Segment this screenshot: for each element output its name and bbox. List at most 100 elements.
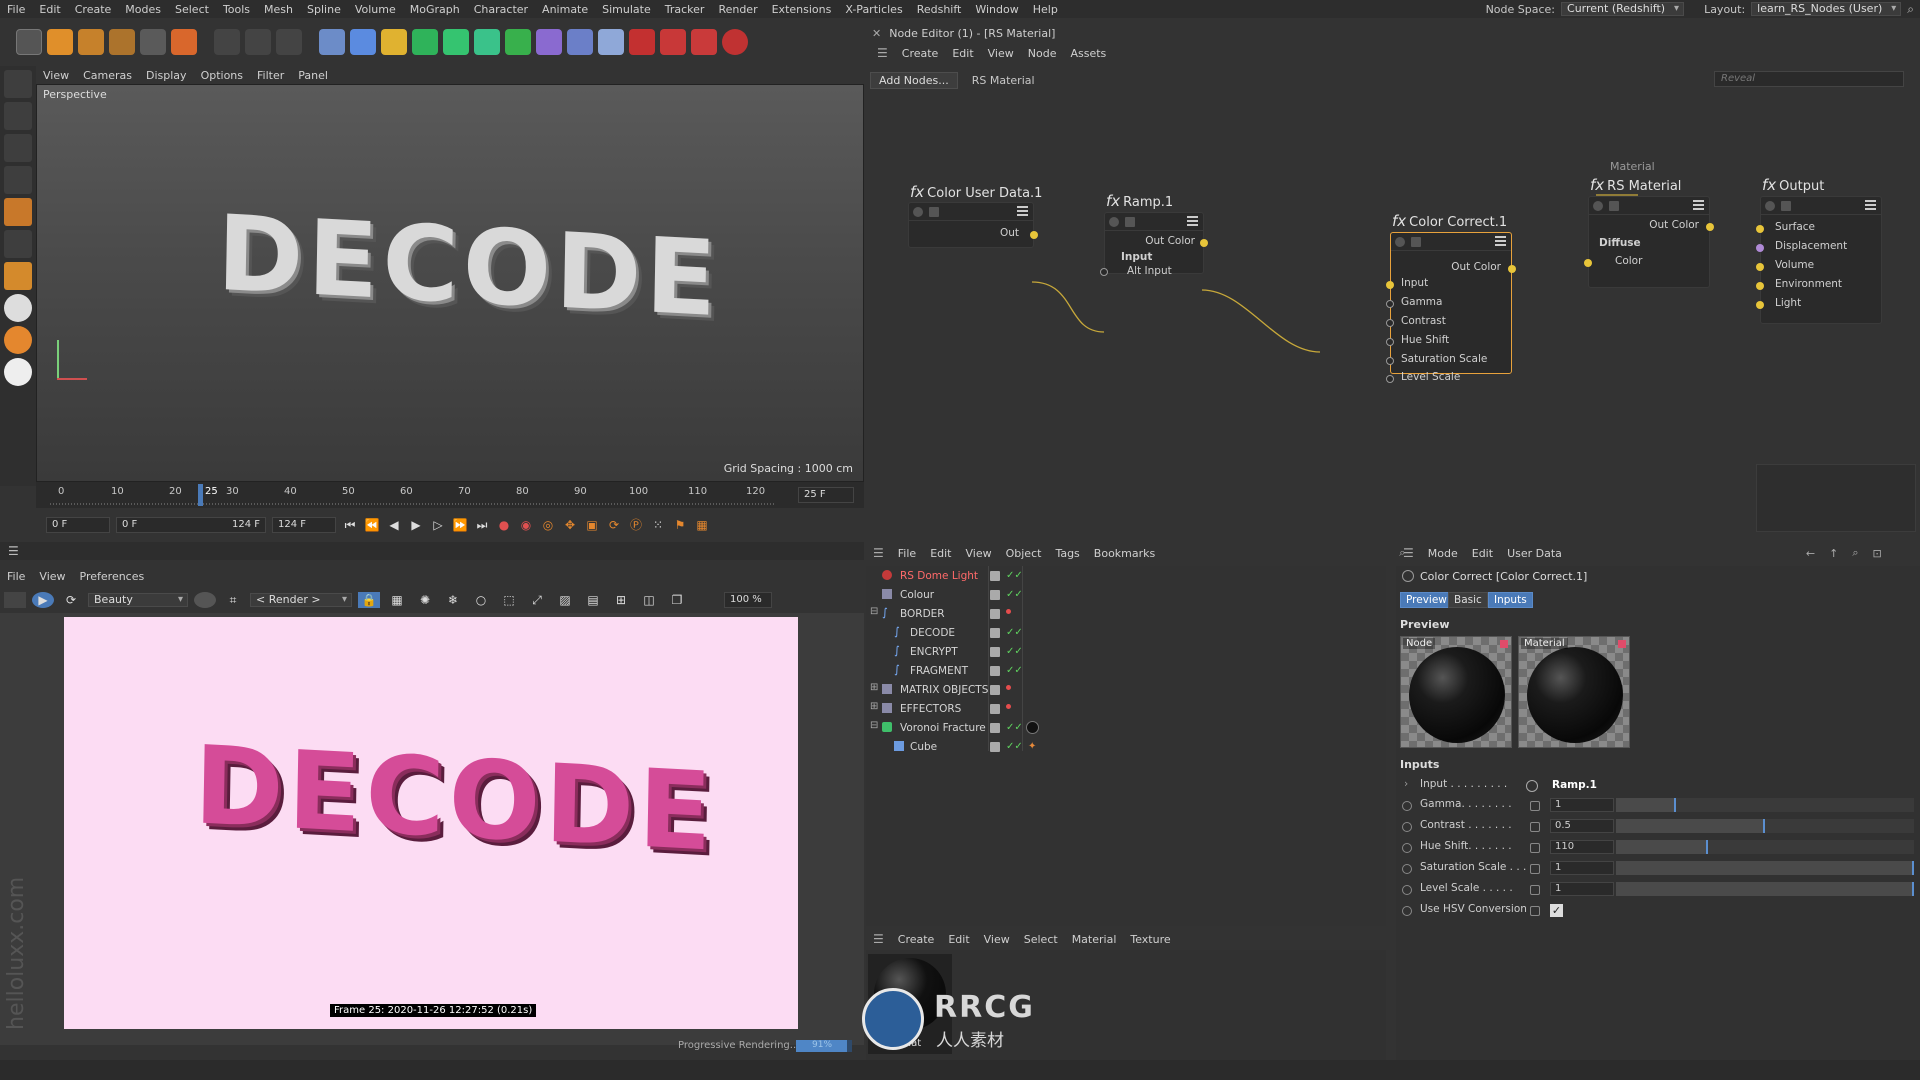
pv-menu-file[interactable]: File [0, 570, 32, 583]
go-to-end-icon[interactable]: ⏭ [474, 517, 490, 533]
pv-hatch-icon[interactable]: ▨ [554, 592, 576, 608]
menu-animate[interactable]: Animate [535, 3, 595, 16]
pv-crop-icon[interactable]: ⌗ [222, 592, 244, 608]
rsm-out-dot[interactable] [1706, 223, 1714, 231]
node-title-rs-material[interactable]: fx RS Material [1590, 176, 1681, 194]
menu-mesh[interactable]: Mesh [257, 3, 300, 16]
points-mode-icon[interactable] [4, 70, 32, 98]
gamma-slider[interactable] [1616, 798, 1914, 812]
end-time-field[interactable]: 124 F [272, 517, 336, 533]
menu-modes[interactable]: Modes [118, 3, 168, 16]
prev-frame-icon[interactable]: ◀ [386, 517, 402, 533]
mm-menu-view[interactable]: View [977, 933, 1017, 946]
cc-saturation-dot[interactable] [1386, 357, 1394, 365]
out-surface-dot[interactable] [1756, 225, 1764, 233]
camera-icon[interactable] [598, 29, 624, 55]
menu-mograph[interactable]: MoGraph [403, 3, 467, 16]
om-menu-bookmarks[interactable]: Bookmarks [1087, 547, 1162, 560]
primitive-icon[interactable] [350, 29, 376, 55]
axis-icon[interactable] [4, 262, 32, 290]
tab-preview[interactable]: Preview [1400, 592, 1453, 608]
node-title-output[interactable]: fx Output [1762, 176, 1824, 194]
pv-lock-icon[interactable]: 🔒 [358, 592, 380, 608]
deformer-icon[interactable] [536, 29, 562, 55]
param-row-contrast[interactable]: Contrast . . . . . . . 0.5 [1396, 819, 1920, 836]
cc-contrast-dot[interactable] [1386, 319, 1394, 327]
port-out-dot[interactable] [1030, 231, 1038, 239]
rs-object-icon[interactable] [691, 29, 717, 55]
expand-icon[interactable]: ⊟ [870, 606, 878, 617]
ramp-out-dot[interactable] [1200, 239, 1208, 247]
cc-level-dot[interactable] [1386, 375, 1394, 383]
am-menu-edit[interactable]: Edit [1465, 547, 1500, 560]
menu-redshift[interactable]: Redshift [910, 3, 969, 16]
polygons-mode-icon[interactable] [4, 134, 32, 162]
position-key-icon[interactable]: ✥ [562, 517, 578, 533]
node-color-user-data[interactable]: Out [908, 202, 1038, 248]
chevron-right-icon[interactable]: › [1404, 778, 1408, 790]
pv-channel-dropdown[interactable]: Beauty [88, 593, 188, 607]
menu-create[interactable]: Create [68, 3, 119, 16]
om-menu-object[interactable]: Object [999, 547, 1049, 560]
menu-edit[interactable]: Edit [32, 3, 67, 16]
next-frame-icon[interactable]: ▷ [430, 517, 446, 533]
object-mode-icon[interactable] [4, 166, 32, 194]
layout-dropdown[interactable]: learn_RS_Nodes (User) [1751, 2, 1902, 16]
pv-sun-icon[interactable]: ✺ [414, 592, 436, 608]
object-row-effectors[interactable]: ⊞ EFFECTORS [866, 699, 1386, 718]
rs-camera-icon[interactable] [660, 29, 686, 55]
current-frame-field[interactable]: 25 F [798, 487, 854, 503]
object-row-rs-dome-light[interactable]: RS Dome Light ✓✓ [866, 566, 1386, 585]
input-value[interactable]: Ramp.1 [1552, 779, 1597, 791]
snap-icon[interactable] [4, 294, 32, 322]
menu-simulate[interactable]: Simulate [595, 3, 658, 16]
menu-tracker[interactable]: Tracker [658, 3, 712, 16]
viewport-menu-options[interactable]: Options [194, 69, 250, 82]
mograph-icon[interactable] [505, 29, 531, 55]
menu-help[interactable]: Help [1026, 3, 1065, 16]
pv-menu-preferences[interactable]: Preferences [73, 570, 152, 583]
node-title-color-correct[interactable]: fx Color Correct.1 [1392, 212, 1507, 230]
param-row-saturation-scale[interactable]: Saturation Scale . . . 1 [1396, 861, 1920, 878]
pv-menu-view[interactable]: View [32, 570, 72, 583]
level-scale-slider[interactable] [1616, 882, 1914, 896]
render-view-icon[interactable] [245, 29, 271, 55]
edges-mode-icon[interactable] [4, 102, 32, 130]
hsv-checkbox[interactable]: ✓ [1550, 904, 1563, 917]
expand-icon[interactable]: ⊟ [870, 720, 878, 731]
ne-menu-edit[interactable]: Edit [945, 47, 980, 60]
rsm-diffuse-group[interactable]: Diffuse [1599, 237, 1641, 249]
object-row-fragment[interactable]: ∫ FRAGMENT ✓✓ [866, 661, 1386, 680]
out-environment-dot[interactable] [1756, 282, 1764, 290]
back-arrow-icon[interactable]: ← [1799, 547, 1822, 560]
coordinate-icon[interactable] [140, 29, 166, 55]
workplane-icon[interactable] [4, 230, 32, 258]
cc-hue-dot[interactable] [1386, 338, 1394, 346]
menu-render[interactable]: Render [711, 3, 764, 16]
hamburger-icon[interactable]: ☰ [1396, 546, 1421, 560]
ne-menu-view[interactable]: View [981, 47, 1021, 60]
preview-range-field[interactable]: 0 F 124 F [116, 517, 266, 533]
pv-refresh-icon[interactable]: ⟳ [60, 592, 82, 608]
contrast-field[interactable]: 0.5 [1550, 819, 1614, 833]
ne-menu-create[interactable]: Create [895, 47, 946, 60]
mm-menu-create[interactable]: Create [891, 933, 942, 946]
pv-add-icon[interactable]: ⊞ [610, 592, 632, 608]
rsm-color-dot[interactable] [1584, 259, 1592, 267]
up-arrow-icon[interactable]: ↑ [1822, 547, 1845, 560]
input-row[interactable]: › Input . . . . . . . . . Ramp.1 [1396, 778, 1920, 795]
node-minimap[interactable] [1756, 464, 1916, 532]
node-canvas[interactable]: fx Color User Data.1 Out fx Ramp.1 Out Col… [866, 92, 1920, 536]
pv-render-icon[interactable]: ▶ [32, 592, 54, 608]
saturation-scale-slider[interactable] [1616, 861, 1914, 875]
object-row-border[interactable]: ⊟ ∫ BORDER [866, 604, 1386, 623]
out-volume-dot[interactable] [1756, 263, 1764, 271]
gamma-field[interactable]: 1 [1550, 798, 1614, 812]
node-output[interactable]: Surface Displacement Volume Environment … [1756, 196, 1882, 324]
viewport-menu-panel[interactable]: Panel [291, 69, 335, 82]
select-tool-icon[interactable] [16, 29, 42, 55]
hue-shift-field[interactable]: 110 [1550, 840, 1614, 854]
object-row-encrypt[interactable]: ∫ ENCRYPT ✓✓ [866, 642, 1386, 661]
node-title-ramp[interactable]: fx Ramp.1 [1106, 192, 1173, 210]
om-menu-edit[interactable]: Edit [923, 547, 958, 560]
